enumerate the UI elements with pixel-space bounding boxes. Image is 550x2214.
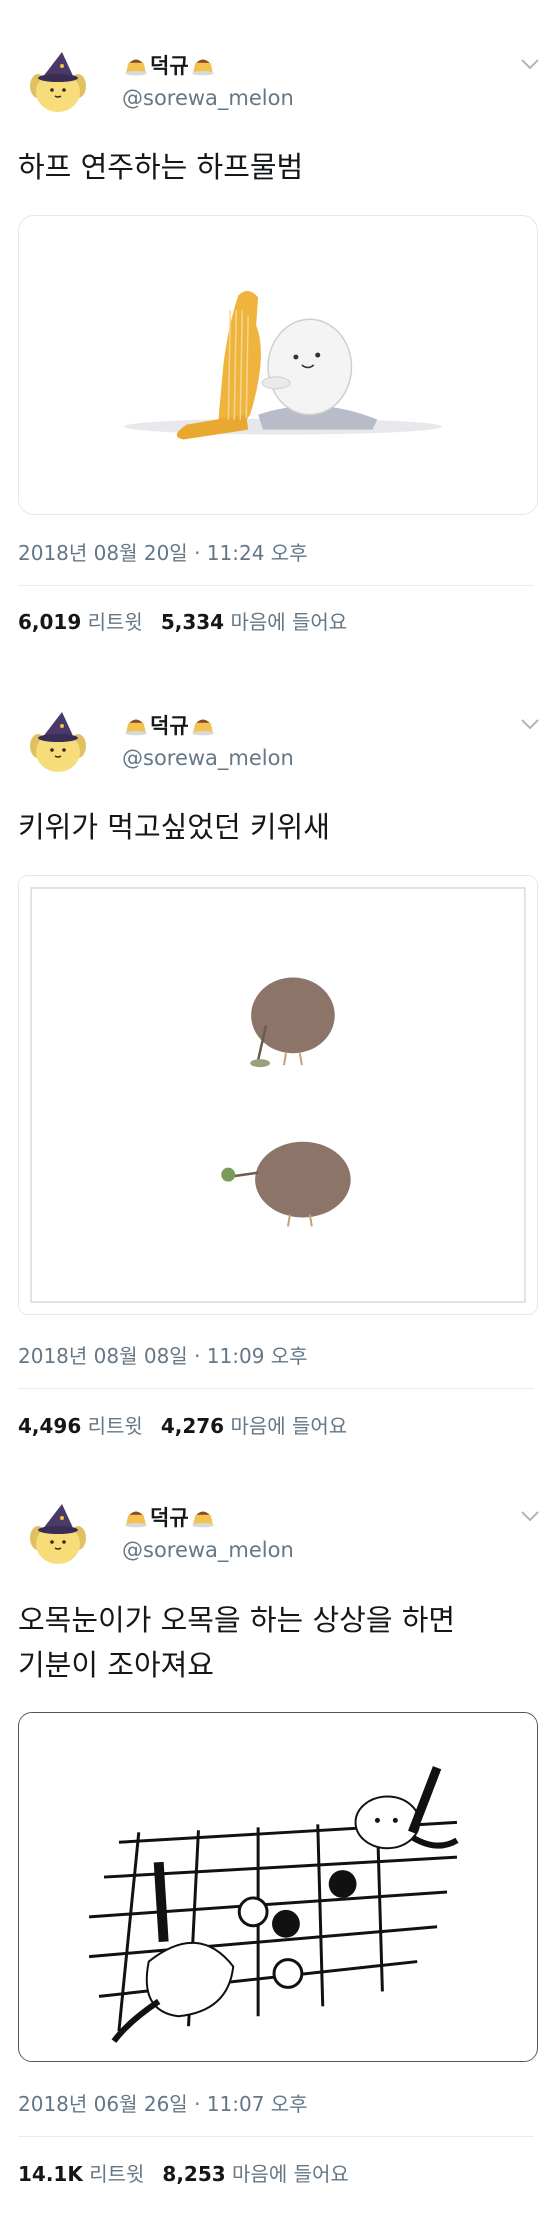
avatar[interactable] — [22, 708, 94, 780]
retweet-count[interactable]: 14.1K 리트윗 — [18, 2162, 144, 2186]
pudding-icon — [191, 714, 215, 736]
tweet-text-line: 기분이 조아져요 — [18, 1648, 214, 1682]
tweet-text: 오목눈이가 오목을 하는 상상을 하면 기분이 조아져요 — [18, 1598, 534, 1688]
tweet-media-image[interactable] — [18, 1712, 538, 2062]
retweet-label: 리트윗 — [87, 1414, 143, 1438]
tweet-stats: 14.1K 리트윗 8,253 마음에 들어요 — [18, 2158, 349, 2187]
like-count[interactable]: 5,334 마음에 들어요 — [161, 610, 347, 634]
retweet-count-value: 4,496 — [18, 1414, 82, 1438]
retweet-count-value: 6,019 — [18, 610, 82, 634]
user-handle[interactable]: @sorewa_melon — [122, 1538, 294, 1562]
like-count-value: 8,253 — [162, 2162, 226, 2186]
tweet-text: 하프 연주하는 하프물범 — [18, 145, 534, 190]
like-label: 마음에 들어요 — [232, 2162, 349, 2186]
retweet-count-value: 14.1K — [18, 2162, 83, 2186]
display-name-text: 덕규 — [150, 714, 189, 738]
divider — [18, 2136, 534, 2137]
tweet-timestamp[interactable]: 2018년 08월 08일 · 11:09 오후 — [18, 1340, 308, 1369]
display-name[interactable]: 덕규 — [122, 50, 217, 80]
chevron-down-icon[interactable] — [520, 718, 540, 730]
chevron-down-icon[interactable] — [520, 1510, 540, 1522]
tweet-media-image[interactable] — [18, 875, 538, 1315]
like-count-value: 5,334 — [160, 610, 225, 634]
like-count[interactable]: 4,276 마음에 들어요 — [161, 1414, 347, 1438]
user-handle[interactable]: @sorewa_melon — [122, 86, 294, 110]
pudding-icon — [191, 1506, 215, 1528]
tweet-text-line: 하프 연주하는 하프물범 — [18, 150, 304, 184]
kiwi-birds-illustration — [19, 876, 537, 1314]
retweet-count[interactable]: 4,496 리트윗 — [18, 1414, 143, 1438]
retweet-label: 리트윗 — [87, 610, 143, 634]
display-name-text: 덕규 — [150, 54, 189, 78]
pudding-icon — [124, 54, 148, 76]
avatar[interactable] — [22, 1500, 94, 1572]
tweet-text-line: 키위가 먹고싶었던 키위새 — [18, 810, 330, 844]
display-name[interactable]: 덕규 — [122, 710, 217, 740]
tweet[interactable]: 덕규 @sorewa_melon 하프 연주하는 하프물범 2018년 08월 … — [0, 0, 550, 690]
like-count-value: 4,276 — [160, 1414, 225, 1438]
like-count[interactable]: 8,253 마음에 들어요 — [162, 2162, 348, 2186]
tweet-text-line: 오목눈이가 오목을 하는 상상을 하면 — [18, 1603, 456, 1637]
pudding-icon — [191, 54, 215, 76]
tweet[interactable]: 덕규 @sorewa_melon 오목눈이가 오목을 하는 상상을 하면 기분이… — [0, 1490, 550, 2214]
avatar[interactable] — [22, 48, 94, 120]
tweet-stats: 6,019 리트윗 5,334 마음에 들어요 — [18, 606, 347, 635]
tweet-timestamp[interactable]: 2018년 06월 26일 · 11:07 오후 — [18, 2088, 308, 2117]
tweet-timestamp[interactable]: 2018년 08월 20일 · 11:24 오후 — [18, 537, 308, 566]
divider — [18, 585, 534, 586]
tweet-media-image[interactable] — [18, 215, 538, 515]
omok-birds-illustration — [19, 1713, 537, 2061]
retweet-count[interactable]: 6,019 리트윗 — [18, 610, 143, 634]
like-label: 마음에 들어요 — [230, 1414, 348, 1438]
tweet-stats: 4,496 리트윗 4,276 마음에 들어요 — [18, 1410, 347, 1439]
like-label: 마음에 들어요 — [230, 610, 348, 634]
harp-seal-illustration — [19, 216, 537, 514]
user-handle[interactable]: @sorewa_melon — [122, 746, 294, 770]
divider — [18, 1388, 534, 1389]
pudding-icon — [124, 714, 148, 736]
pudding-icon — [124, 1506, 148, 1528]
tweet-text: 키위가 먹고싶었던 키위새 — [18, 805, 534, 850]
display-name[interactable]: 덕규 — [122, 1502, 217, 1532]
chevron-down-icon[interactable] — [520, 58, 540, 70]
display-name-text: 덕규 — [150, 1506, 189, 1530]
retweet-label: 리트윗 — [89, 2162, 145, 2186]
tweet[interactable]: 덕규 @sorewa_melon 키위가 먹고싶었던 키위새 2018년 08월… — [0, 700, 550, 1480]
